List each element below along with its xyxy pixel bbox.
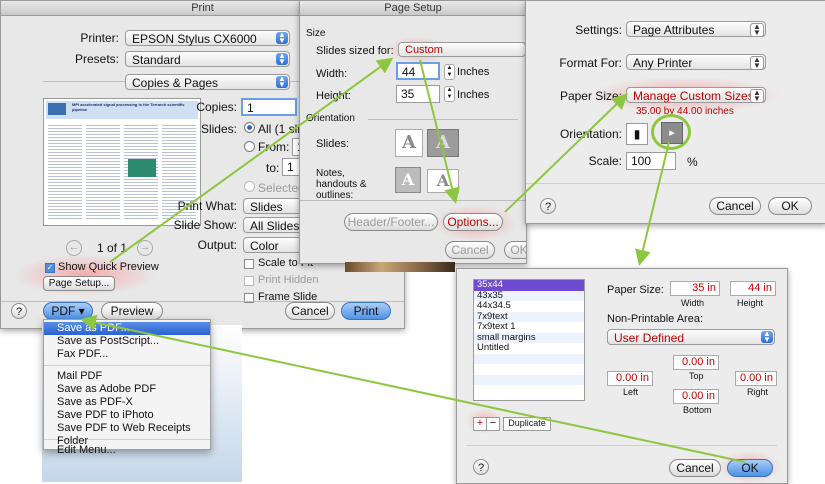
arrow-pagesetup-to-slides xyxy=(109,57,394,263)
arrow-options-to-papersize xyxy=(504,93,628,213)
annotation-arrows xyxy=(80,57,746,463)
arrow-orientation-to-custom xyxy=(635,141,670,266)
arrow-ok-to-pdf xyxy=(80,314,746,463)
arrow-custom-to-options xyxy=(419,59,460,204)
